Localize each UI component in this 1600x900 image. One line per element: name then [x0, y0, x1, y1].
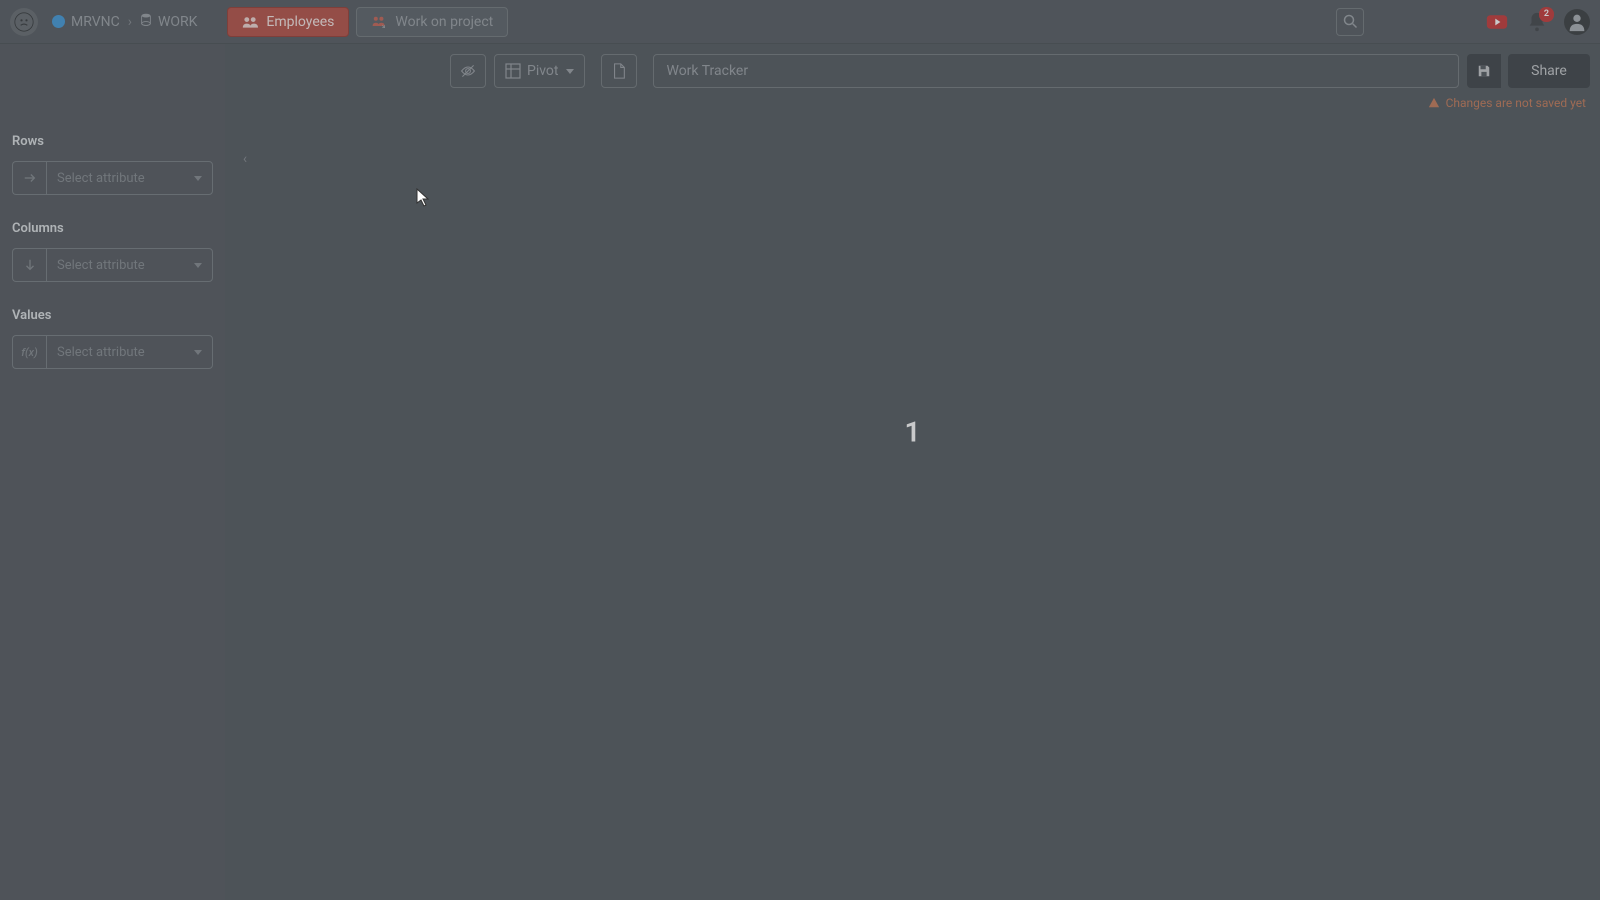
result-value: 1	[905, 416, 921, 449]
chevron-down-icon	[566, 69, 574, 74]
topbar-right-icons: 2	[1484, 9, 1590, 35]
share-label: Share	[1531, 63, 1567, 79]
view-mode-button[interactable]: Pivot	[494, 54, 585, 88]
rows-title: Rows	[12, 134, 213, 149]
arrow-right-icon	[23, 171, 37, 185]
user-avatar[interactable]	[1564, 9, 1590, 35]
chevron-right-icon: ›	[128, 14, 132, 30]
warning-icon	[1428, 97, 1440, 109]
values-section: Values f(x) Select attribute	[12, 308, 213, 369]
search-button[interactable]	[1336, 8, 1364, 36]
video-button[interactable]	[1484, 9, 1510, 35]
report-name-value: Work Tracker	[666, 63, 748, 79]
breadcrumb-org-label: MRVNC	[71, 14, 120, 30]
notifications-button[interactable]: 2	[1524, 9, 1550, 35]
arrow-down-icon	[23, 258, 37, 272]
tabs: Employees Work on project	[227, 7, 508, 37]
rows-placeholder: Select attribute	[57, 171, 145, 186]
rows-direction-icon-box[interactable]	[12, 161, 46, 195]
notifications-badge: 2	[1539, 7, 1554, 22]
search-icon	[1343, 14, 1358, 29]
fx-icon: f(x)	[21, 346, 38, 359]
breadcrumb-project-label: WORK	[158, 14, 197, 30]
view-mode-label: Pivot	[527, 63, 558, 79]
columns-title: Columns	[12, 221, 213, 236]
unsaved-warning: Changes are not saved yet	[225, 92, 1600, 114]
tab-work-on-project[interactable]: Work on project	[356, 7, 508, 37]
chevron-down-icon	[194, 263, 202, 268]
chevron-left-icon: ‹	[243, 151, 247, 167]
rows-select[interactable]: Select attribute	[46, 161, 213, 195]
visibility-toggle-button[interactable]	[450, 54, 486, 88]
breadcrumb-project[interactable]: WORK	[140, 13, 197, 31]
columns-placeholder: Select attribute	[57, 258, 145, 273]
values-select[interactable]: Select attribute	[46, 335, 213, 369]
tab-work-on-project-label: Work on project	[395, 14, 493, 30]
report-name-input[interactable]: Work Tracker	[653, 54, 1459, 88]
document-icon	[611, 63, 627, 79]
chevron-down-icon	[194, 176, 202, 181]
rows-section: Rows Select attribute	[12, 134, 213, 195]
toolbar: Pivot Work Tracker Share	[450, 44, 1600, 92]
values-title: Values	[12, 308, 213, 323]
employees-icon	[242, 15, 258, 29]
save-button[interactable]	[1467, 54, 1501, 88]
values-placeholder: Select attribute	[57, 345, 145, 360]
database-icon	[140, 13, 152, 31]
content-area: Pivot Work Tracker Share Changes are not…	[225, 44, 1600, 900]
tab-employees[interactable]: Employees	[227, 7, 349, 37]
values-fn-icon-box[interactable]: f(x)	[12, 335, 46, 369]
eye-off-icon	[460, 63, 476, 79]
video-icon	[1486, 11, 1508, 33]
app-logo[interactable]	[10, 8, 38, 36]
work-icon	[371, 15, 387, 29]
doc-type-button[interactable]	[601, 54, 637, 88]
share-button[interactable]: Share	[1508, 54, 1590, 88]
user-icon	[1566, 11, 1588, 33]
sidebar-collapse-handle[interactable]: ‹	[235, 144, 255, 174]
columns-section: Columns Select attribute	[12, 221, 213, 282]
breadcrumb-org[interactable]: MRVNC	[52, 14, 120, 30]
topbar: MRVNC › WORK Employees Work on project 2	[0, 0, 1600, 44]
globe-icon	[52, 15, 65, 28]
breadcrumb: MRVNC › WORK	[52, 13, 197, 31]
tab-employees-label: Employees	[266, 14, 334, 30]
unsaved-warning-text: Changes are not saved yet	[1446, 96, 1586, 110]
save-icon	[1477, 64, 1491, 78]
columns-direction-icon-box[interactable]	[12, 248, 46, 282]
sidebar: Rows Select attribute Columns Select att…	[0, 44, 225, 900]
columns-select[interactable]: Select attribute	[46, 248, 213, 282]
pivot-icon	[505, 63, 521, 79]
chevron-down-icon	[194, 350, 202, 355]
